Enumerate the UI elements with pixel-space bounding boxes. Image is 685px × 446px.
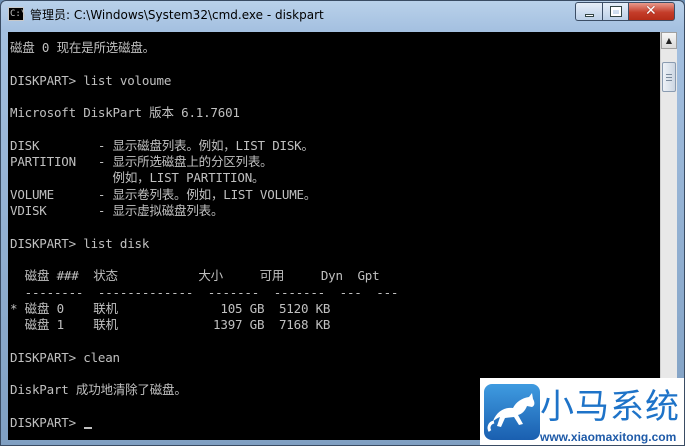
close-button[interactable]: ✕: [628, 2, 675, 21]
scroll-up-button[interactable]: ▲: [661, 32, 677, 49]
thumb-grip-line: [666, 74, 672, 75]
scroll-thumb[interactable]: [662, 62, 676, 92]
window-title: 管理员: C:\Windows\System32\cmd.exe - diskp…: [30, 8, 324, 22]
console-line: 磁盘 0 现在是所选磁盘。: [10, 40, 155, 55]
console-line: DISKPART> clean: [10, 349, 120, 365]
console-line: DISKPART>: [10, 414, 93, 431]
text-cursor: [84, 426, 93, 429]
console-line: 磁盘 1 联机 1397 GB 7168 KB: [10, 317, 331, 333]
console-line: VOLUME - 显示卷列表。例如，LIST VOLUME。: [10, 186, 317, 202]
cmd-window: C:\ 管理员: C:\Windows\System32\cmd.exe - d…: [0, 0, 685, 446]
console-line: Microsoft DiskPart 版本 6.1.7601: [10, 105, 240, 121]
console-line: DiskPart 成功地清除了磁盘。: [10, 382, 187, 398]
console-line: DISK - 显示磁盘列表。例如，LIST DISK。: [10, 137, 314, 153]
maximize-icon: [610, 6, 622, 17]
console-line: * 磁盘 0 联机 105 GB 5120 KB: [10, 300, 331, 316]
console-line: VDISK - 显示虚拟磁盘列表。: [10, 203, 224, 218]
title-bar[interactable]: C:\ 管理员: C:\Windows\System32\cmd.exe - d…: [1, 1, 684, 29]
maximize-button[interactable]: [602, 2, 629, 21]
thumb-grip-line: [666, 80, 672, 81]
console-line: DISKPART> list voloume: [10, 72, 172, 88]
console-line: -------- ------------- ------- ------- -…: [10, 284, 399, 300]
console-line: DISKPART> list disk: [10, 235, 150, 251]
minimize-button[interactable]: [575, 2, 603, 21]
thumb-grip-line: [666, 77, 672, 78]
horse-logo-icon: [484, 384, 540, 440]
watermark-logo: 小马系统 www.xiaomaxitong.com: [480, 378, 684, 445]
close-icon: ✕: [645, 3, 657, 19]
console-line: 例如，LIST PARTITION。: [10, 170, 265, 186]
console-line: 磁盘 ### 状态 大小 可用 Dyn Gpt: [10, 268, 380, 284]
minimize-icon: [585, 14, 594, 17]
cmd-app-icon[interactable]: C:\: [8, 7, 27, 21]
prompt-text: DISKPART>: [10, 414, 84, 430]
watermark-url: www.xiaomaxitong.com: [540, 430, 677, 444]
console-line: PARTITION - 显示所选磁盘上的分区列表。: [10, 154, 273, 170]
watermark-title: 小马系统: [540, 387, 680, 427]
cmd-icon-text: C:\: [10, 9, 27, 19]
